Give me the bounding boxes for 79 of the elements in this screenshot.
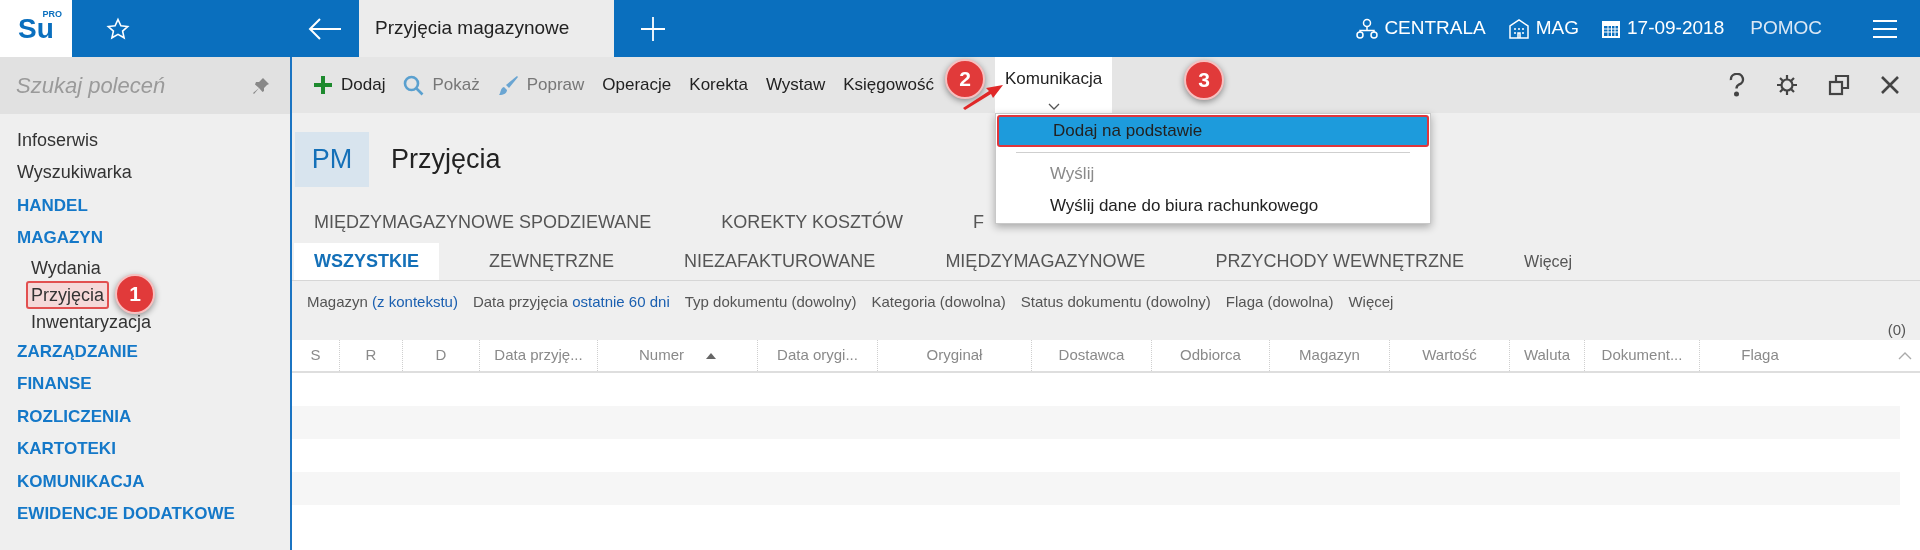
filter-button[interactable]: Status dokumentu (dowolny) [1020,290,1211,314]
nav-item[interactable]: KOMUNIKACJA [17,465,290,498]
filter-button[interactable]: Flaga (dowolna) [1225,290,1334,314]
tab[interactable]: WSZYSTKIE [294,243,439,280]
more-tabs-link[interactable]: Więcej [1514,243,1583,280]
plus-icon [313,75,333,95]
toolbar-button[interactable]: Komunikacja [994,57,1113,113]
column-header[interactable]: Numer [598,340,758,371]
nav-item[interactable]: KARTOTEKI [17,432,290,465]
search-icon [403,74,425,96]
menu-item[interactable]: Dodaj na podstawie [996,115,1429,147]
chevron-down-icon [1047,103,1060,111]
network-icon [1356,17,1379,40]
tab[interactable]: KOREKTY KOSZTÓW [721,208,904,236]
column-header[interactable]: Flaga [1700,340,1820,371]
column-header[interactable]: Data przyję... [480,340,598,371]
pin-icon [252,77,270,95]
nav-item[interactable]: FINANSE [17,367,290,400]
nav-item[interactable]: MAGAZYN [17,221,290,254]
nav-subitem[interactable]: Wydania [31,255,101,280]
calendar-icon [1601,18,1621,39]
filter-button[interactable]: Kategoria (dowolna) [871,290,1006,314]
plus-icon[interactable] [640,15,666,42]
context-button[interactable]: MAG [1507,14,1579,43]
search-field[interactable]: Szukaj poleceń [0,57,290,114]
close-icon[interactable] [1880,75,1900,95]
toolbar-button[interactable]: Dodaj [304,57,395,113]
tab[interactable]: MIĘDZYMAGAZYNOWE SPODZIEWANE [314,208,652,236]
column-header[interactable]: Dostawca [1032,340,1152,371]
module-badge: PM [295,132,369,187]
column-header[interactable]: Oryginał [878,340,1032,371]
column-header[interactable]: D [403,340,480,371]
context-button[interactable]: CENTRALA [1356,14,1486,43]
column-header[interactable]: S [292,340,340,371]
nav-item[interactable]: Infoserwis [17,124,290,157]
settings-icon[interactable] [1776,74,1798,96]
nav-item[interactable]: EWIDENCJE DODATKOWE [17,497,290,530]
logo-superscript: PRO [42,8,62,19]
toolbar-button[interactable]: Wystaw [756,57,835,113]
column-header[interactable]: Data orygi... [758,340,878,371]
toolbar-button[interactable]: Korekta [680,57,757,113]
nav-item[interactable]: ROZLICZENIA [17,400,290,433]
menu-item[interactable]: Wyślij dane do biura rachunkowego [995,190,1430,222]
column-header[interactable]: Waluta [1510,340,1585,371]
brush-icon [497,74,519,96]
tab[interactable]: NIEZAFAKTUROWANE [664,243,896,280]
callout-badge: 1 [115,274,156,314]
filter-button[interactable]: Data przyjęcia ostatnie 60 dni [472,290,670,314]
help-icon[interactable] [1728,73,1746,97]
callout-badge: 3 [1183,60,1224,100]
column-header[interactable]: Dokument... [1585,340,1700,371]
sort-arrow-icon [706,352,716,359]
context-button[interactable]: 17-09-2018 [1601,14,1725,43]
menu-icon[interactable] [1872,18,1898,39]
toolbar-button[interactable]: Operacje [593,57,681,113]
restore-window-icon[interactable] [1828,74,1850,96]
filter-button[interactable]: Więcej [1348,290,1394,314]
filter-button[interactable]: Magazyn (z kontekstu) [307,290,458,314]
tab[interactable]: PRZYCHODY WEWNĘTRZNE [1195,243,1485,280]
nav-item[interactable]: ZARZĄDZANIE [17,335,290,368]
nav-item[interactable]: Wyszukiwarka [17,156,290,189]
tab[interactable]: MIĘDZYMAGAZYNOWE [925,243,1166,280]
page-title: Przyjęcia [391,143,501,177]
help-link[interactable]: POMOC [1750,14,1822,43]
column-header[interactable]: Magazyn [1270,340,1390,371]
star-icon [106,16,130,41]
tab[interactable]: ZEWNĘTRZNE [469,243,634,280]
document-tab[interactable]: Przyjęcia magazynowe [359,0,614,57]
back-arrow-icon[interactable] [307,17,342,40]
nav-subitem[interactable]: Przyjęcia [26,280,110,309]
building-icon [1507,17,1530,40]
record-count: (0) [1887,320,1906,340]
filter-button[interactable]: Typ dokumentu (dowolny) [684,290,857,314]
toolbar-button[interactable]: Księgowość [834,57,943,113]
column-header[interactable]: R [340,340,403,371]
tab[interactable]: F [973,208,985,236]
nav-item[interactable]: HANDEL [17,189,290,222]
column-header[interactable]: Wartość [1390,340,1510,371]
column-header[interactable]: Odbiorca [1152,340,1270,371]
